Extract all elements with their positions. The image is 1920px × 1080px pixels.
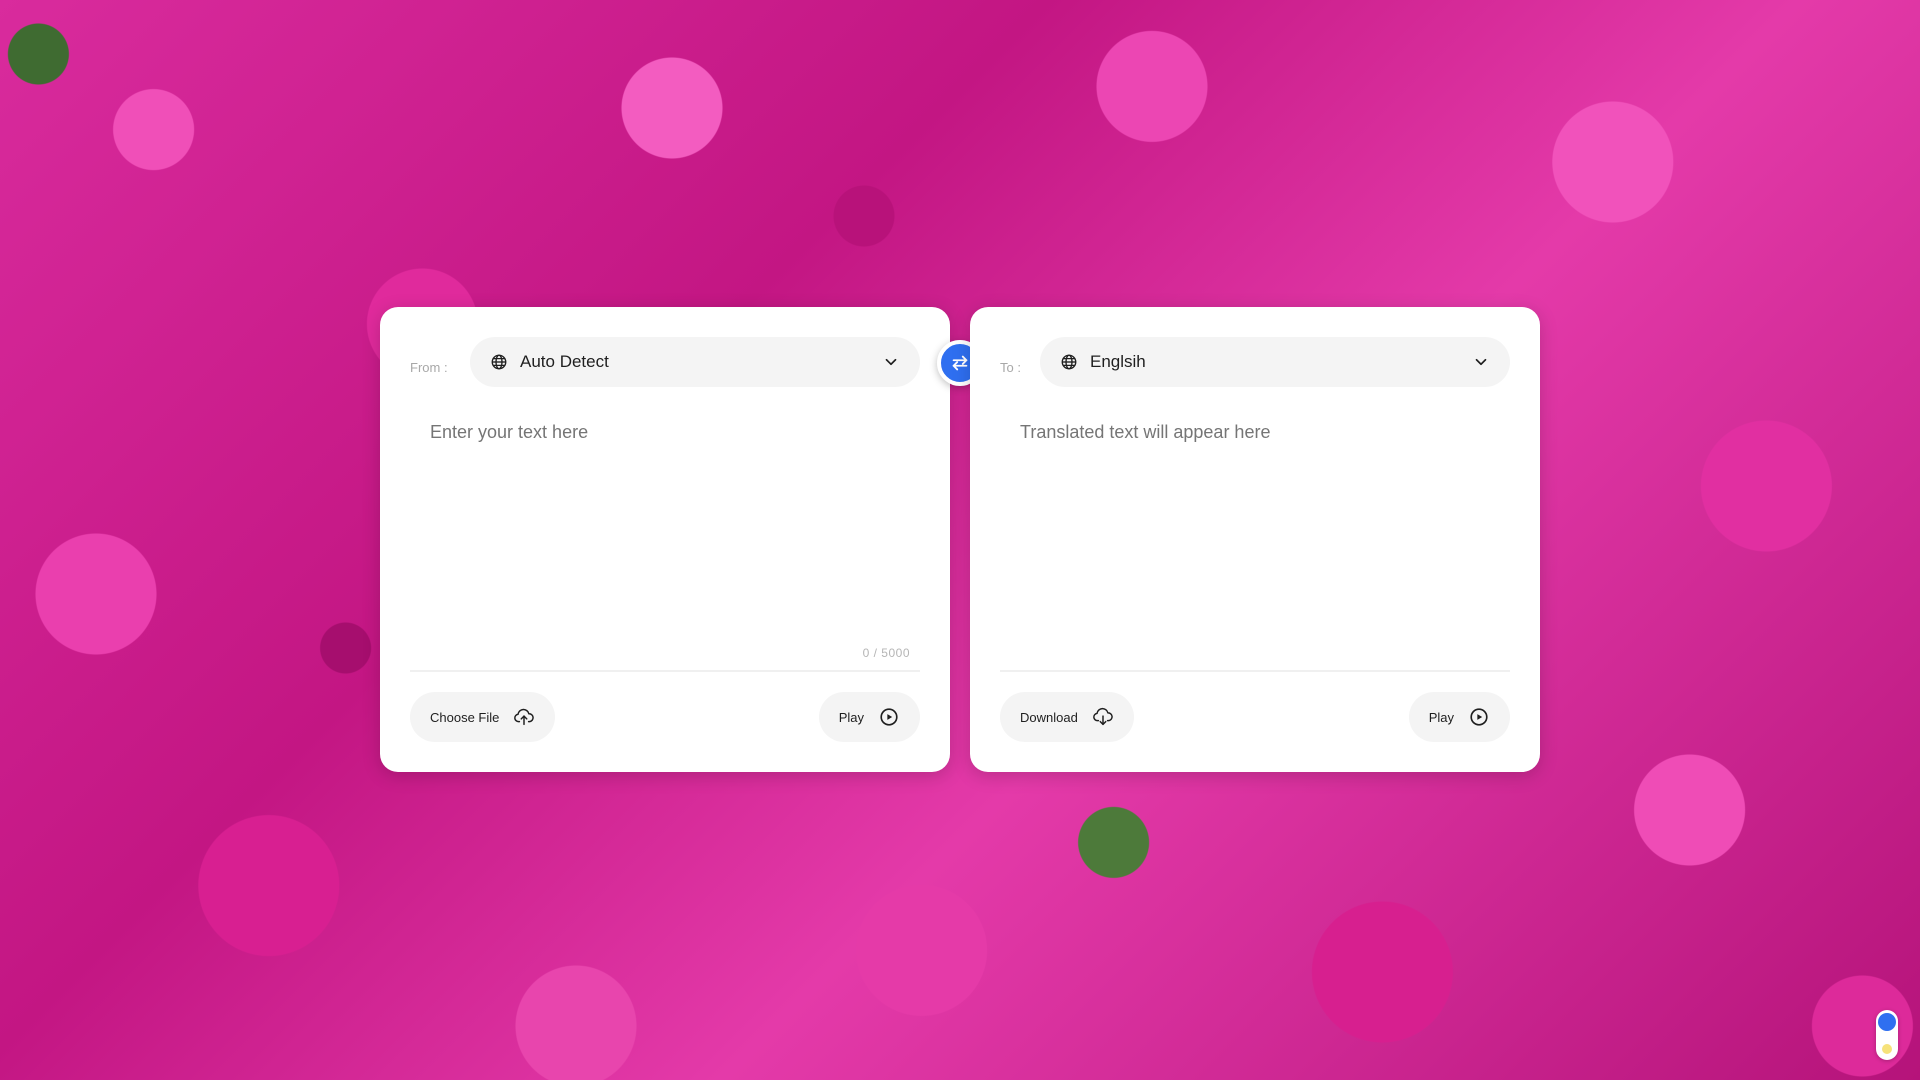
- source-text-input[interactable]: Enter your text here: [430, 422, 910, 632]
- play-circle-icon: [1470, 708, 1488, 726]
- target-language-name: Englsih: [1090, 352, 1146, 371]
- download-label: Download: [1020, 709, 1078, 725]
- translated-text-output: Translated text will appear here: [1020, 422, 1271, 442]
- swap-arrows-icon: [952, 355, 968, 371]
- globe-icon: [491, 354, 507, 370]
- choose-file-label: Choose File: [430, 709, 500, 725]
- globe-icon: [1061, 354, 1077, 370]
- toggle-knob: [1878, 1013, 1896, 1031]
- source-play-button[interactable]: Play: [818, 692, 920, 742]
- chevron-down-icon: [1475, 358, 1487, 366]
- cloud-download-icon: [1092, 707, 1113, 726]
- play-circle-icon: [880, 708, 898, 726]
- source-panel: From : Auto Detect Enter your text here …: [380, 307, 950, 772]
- target-panel: To : Englsih Translated text will appear…: [970, 307, 1540, 772]
- to-label: To :: [1000, 359, 1021, 375]
- from-label: From :: [410, 359, 448, 375]
- download-button[interactable]: Download: [1000, 692, 1134, 742]
- chevron-down-icon: [885, 358, 897, 366]
- divider: [410, 670, 920, 672]
- source-language-select[interactable]: Auto Detect: [470, 337, 920, 387]
- source-play-label: Play: [838, 709, 864, 725]
- cloud-upload-icon: [514, 708, 535, 726]
- choose-file-button[interactable]: Choose File: [410, 692, 556, 742]
- toggle-dot: [1882, 1044, 1892, 1054]
- source-language-row: From : Auto Detect: [410, 337, 920, 387]
- target-language-row: To : Englsih: [1000, 337, 1510, 387]
- target-play-label: Play: [1428, 709, 1454, 725]
- theme-toggle[interactable]: [1876, 1010, 1898, 1060]
- character-count: 0 / 5000: [862, 646, 910, 660]
- target-play-button[interactable]: Play: [1408, 692, 1510, 742]
- source-language-name: Auto Detect: [520, 352, 609, 371]
- divider: [1000, 670, 1510, 672]
- target-language-select[interactable]: Englsih: [1040, 337, 1510, 387]
